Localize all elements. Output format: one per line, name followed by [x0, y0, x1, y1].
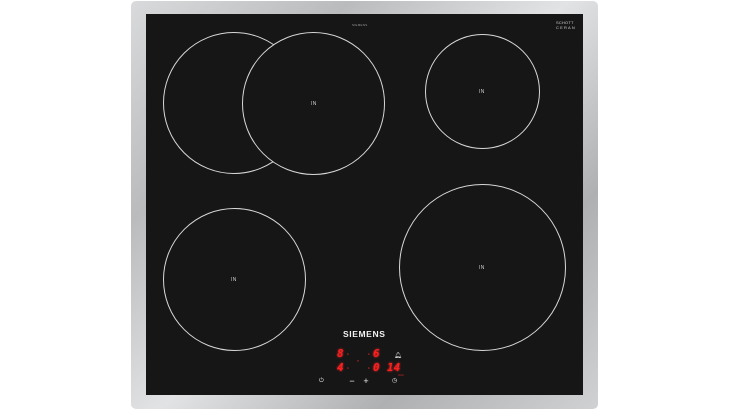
siemens-brand-logo: SIEMENS — [343, 329, 386, 339]
power-switch-icon[interactable]: ⏻︎ — [319, 378, 324, 384]
bridge-indicator: ⊓ — [357, 359, 360, 363]
zone3-power-level: 4 — [337, 361, 344, 374]
zone1-power-level: 8 — [337, 347, 344, 360]
zone3-indicator: b — [347, 366, 349, 370]
zone4-indicator: b — [368, 366, 370, 370]
schott-ceran-logo: SCHOTT CERAN — [556, 20, 577, 30]
zone-label-front-right: IN — [479, 265, 485, 271]
zone-label-bridge: IN — [311, 101, 317, 107]
zone4-power-level: 0 — [373, 361, 380, 374]
timer-unit: min — [398, 373, 404, 377]
zone-label-front-left: IN — [231, 277, 237, 283]
top-brand-label: SIEMENS — [352, 23, 368, 27]
zone-label-back-right: IN — [479, 89, 485, 95]
bell-icon[interactable]: 🔔︎ — [394, 353, 402, 359]
timer-clock-icon[interactable]: ◷ — [392, 378, 397, 384]
zone2-indicator: b — [368, 352, 370, 356]
zone2-power-level: 6 — [373, 347, 380, 360]
timer-display: 14 — [387, 361, 401, 374]
zone1-indicator: b — [347, 352, 349, 356]
plus-button[interactable]: + — [362, 377, 370, 386]
minus-button[interactable]: − — [348, 377, 356, 386]
